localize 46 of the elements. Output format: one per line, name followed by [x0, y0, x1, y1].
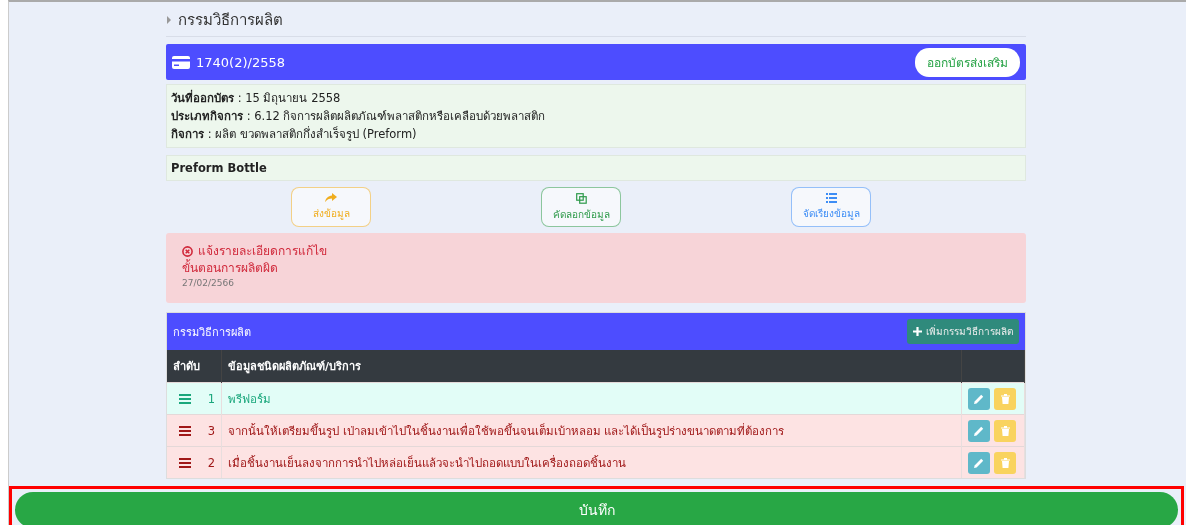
trash-icon — [1000, 393, 1010, 404]
detail-text: วันที่ออกบัตร : 15 มิถุนายน 2558 — [171, 89, 342, 107]
pencil-icon — [974, 393, 984, 404]
delete-button[interactable] — [994, 451, 1016, 474]
drag-handle-icon[interactable] — [179, 425, 191, 436]
pencil-icon — [974, 425, 984, 436]
sort-data-button[interactable]: จัดเรียงข้อมูล — [791, 187, 871, 227]
alert-date: 27/02/2566 — [182, 277, 235, 289]
order-number: 3 — [207, 423, 215, 438]
add-process-button[interactable]: เพิ่มกรรมวิธีการผลิต — [907, 319, 1019, 344]
alert-title: แจ้งรายละเอียดการแก้ไข — [198, 243, 327, 259]
product-name: Preform Bottle — [166, 155, 1026, 181]
delete-button[interactable] — [994, 419, 1016, 442]
column-header: ข้อมูลชนิดผลิตภัณฑ์/บริการ — [221, 350, 962, 383]
caret-icon — [166, 16, 172, 24]
table-title: กรรมวิธีการผลิต — [173, 324, 251, 341]
card-number: 1740(2)/2558 — [196, 54, 285, 70]
edit-button[interactable] — [968, 387, 990, 410]
card-icon — [172, 55, 190, 69]
section-title: กรรมวิธีการผลิต — [178, 10, 283, 31]
trash-icon — [1000, 425, 1010, 436]
detail-text: ประเภทกิจการ : 6.12 กิจการผลิตผลิตภัณฑ์พลาสติกหรือเคลือบด้วยพลาสติก — [171, 108, 547, 125]
detail-text: กิจการ : ผลิต ขวดพลาสติกกึ่งสำเร็จรูป (Preform) — [171, 125, 418, 143]
copy-icon — [575, 192, 587, 204]
order-number: 2 — [207, 455, 215, 470]
plus-icon — [913, 327, 922, 336]
table-cell: เมื่อชิ้นงานเย็นลงจากการนำไปหล่อเย็นแล้วจะนำไปถอดแบบในเครื่องถอดชิ้นงาน — [221, 446, 962, 478]
table-cell: จากนั้นให้เตรียมขึ้นรูป เป่าลมเข้าไปในชิ้นงานเพื่อใช้พอขึ้นจนเต็มเบ้าหลอม และได้เป็นรูปร่างขนาดตามที่ต้องการ — [221, 414, 962, 447]
trash-icon — [1000, 457, 1010, 468]
alert-message: ขั้นตอนการผลิตผิด — [182, 260, 279, 277]
copy-data-button[interactable]: คัดลอกข้อมูล — [541, 187, 621, 227]
share-arrow-icon — [325, 193, 337, 203]
error-icon — [182, 246, 193, 257]
order-number: 1 — [207, 391, 215, 406]
edit-button[interactable] — [968, 451, 990, 474]
drag-handle-icon[interactable] — [179, 393, 191, 404]
list-icon — [825, 193, 837, 203]
edit-button[interactable] — [968, 419, 990, 442]
issue-card-button[interactable]: ออกบัตรส่งเสริม — [915, 47, 1020, 77]
delete-button[interactable] — [994, 387, 1016, 410]
pencil-icon — [974, 457, 984, 468]
drag-handle-icon[interactable] — [179, 457, 191, 468]
table-cell: พรีฟอร์ม — [221, 382, 962, 415]
column-header: ลำดับ — [167, 350, 222, 383]
save-button[interactable]: บันทึก — [15, 492, 1178, 525]
send-data-button[interactable]: ส่งข้อมูล — [291, 187, 371, 227]
